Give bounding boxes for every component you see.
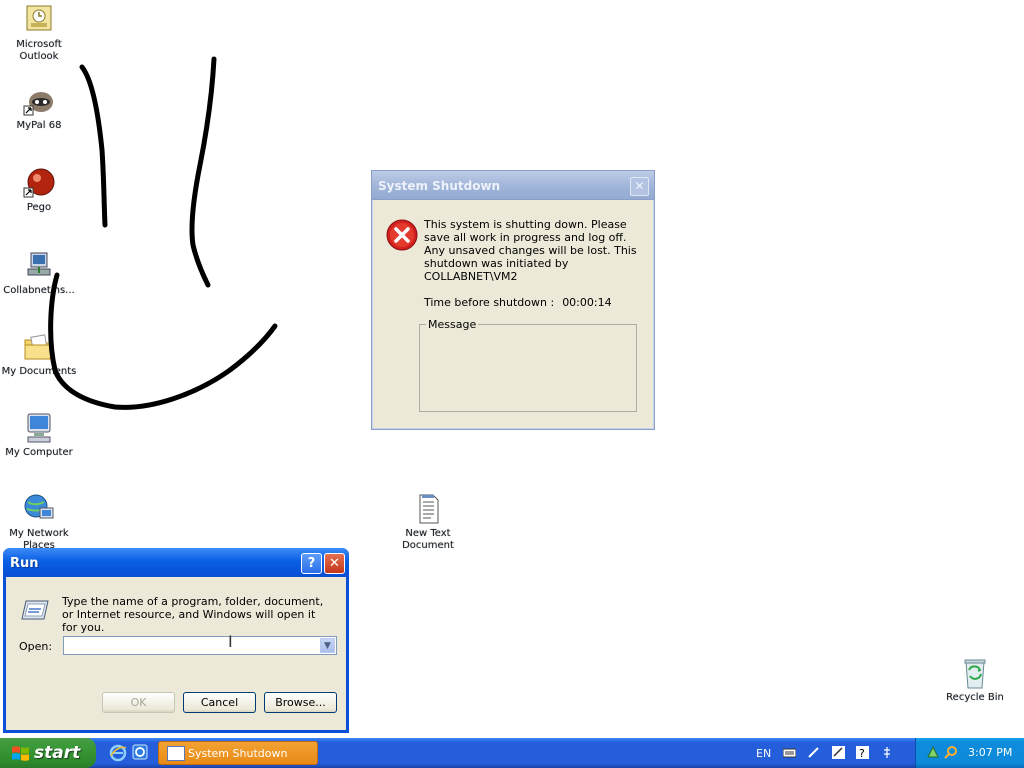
window-icon xyxy=(167,746,185,761)
message-group-box: Message xyxy=(419,318,637,412)
open-input[interactable] xyxy=(67,638,312,653)
handwriting-icon[interactable] xyxy=(831,746,845,759)
search-icon[interactable] xyxy=(944,745,958,759)
open-combobox[interactable]: ▼ xyxy=(63,636,337,655)
run-close-button[interactable]: ✕ xyxy=(324,553,345,574)
run-title-bar[interactable]: Run ? ✕ xyxy=(3,548,349,577)
taskbar-item-label: System Shutdown xyxy=(188,747,288,760)
chevron-down-icon[interactable]: ▼ xyxy=(320,638,335,653)
text-cursor-icon: I xyxy=(228,632,233,651)
help-button[interactable]: ? xyxy=(301,553,322,574)
pen-icon[interactable] xyxy=(807,746,820,759)
keyboard-icon[interactable] xyxy=(782,746,796,759)
help-icon[interactable]: ? xyxy=(856,746,870,759)
open-label: Open: xyxy=(19,640,53,653)
time-value: 00:00:14 xyxy=(562,296,612,309)
options-icon[interactable] xyxy=(881,746,894,759)
cancel-button[interactable]: Cancel xyxy=(183,692,256,713)
shutdown-title-bar[interactable]: System Shutdown ✕ xyxy=(372,171,654,200)
shutdown-title: System Shutdown xyxy=(378,179,501,193)
run-dialog: Run ? ✕ Type the name of a program, fold… xyxy=(3,548,349,733)
start-button[interactable]: start xyxy=(0,738,96,768)
system-tray-icons: EN ? xyxy=(756,746,894,760)
network-tray-icon[interactable] xyxy=(926,745,940,759)
run-title: Run xyxy=(10,556,39,571)
svg-text:?: ? xyxy=(859,747,865,759)
time-label: Time before shutdown : xyxy=(424,296,555,309)
shutdown-close-button[interactable]: ✕ xyxy=(630,177,649,196)
internet-explorer-icon[interactable] xyxy=(109,744,127,762)
shutdown-message: This system is shutting down. Please sav… xyxy=(424,218,637,283)
run-description: Type the name of a program, folder, docu… xyxy=(62,595,324,634)
taskbar: start System Shutdown EN ? 3:07 PM xyxy=(0,738,1024,768)
desktop-browser-icon[interactable] xyxy=(132,744,148,760)
start-label: start xyxy=(34,743,81,763)
system-shutdown-dialog: System Shutdown ✕ This system is shuttin… xyxy=(371,170,655,430)
language-indicator[interactable]: EN xyxy=(756,747,771,760)
clock[interactable]: 3:07 PM xyxy=(968,746,1012,759)
browse-button[interactable]: Browse... xyxy=(264,692,337,713)
message-group-label: Message xyxy=(426,318,479,331)
taskbar-item-system-shutdown[interactable]: System Shutdown xyxy=(158,741,318,765)
ok-button[interactable]: OK xyxy=(102,692,175,713)
error-icon xyxy=(386,219,418,251)
windows-flag-icon xyxy=(12,746,29,761)
time-before-shutdown: Time before shutdown : 00:00:14 xyxy=(424,296,612,309)
run-icon xyxy=(21,600,49,620)
notification-area: 3:07 PM xyxy=(915,738,1024,768)
